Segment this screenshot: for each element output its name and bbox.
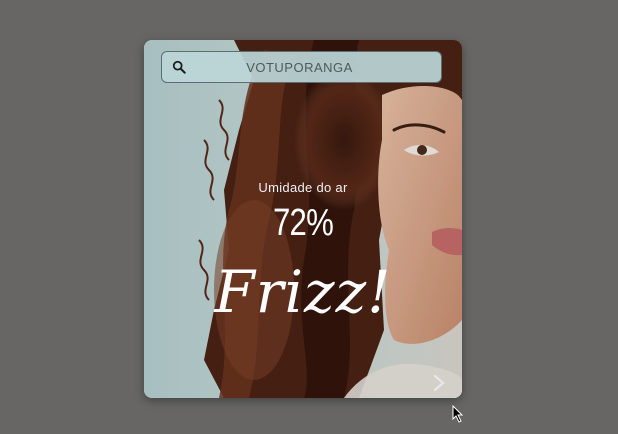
weather-card: Umidade do ar 72% Frizz!	[144, 40, 462, 398]
search-icon[interactable]	[172, 60, 186, 74]
chevron-right-icon[interactable]	[431, 373, 447, 393]
mouse-cursor-icon	[452, 405, 464, 423]
humidity-label: Umidade do ar	[258, 180, 348, 195]
hair-status-text: Frizz!	[214, 258, 392, 326]
humidity-value: 72%	[273, 202, 334, 244]
search-bar[interactable]	[161, 51, 442, 83]
city-search-input[interactable]	[196, 52, 433, 82]
